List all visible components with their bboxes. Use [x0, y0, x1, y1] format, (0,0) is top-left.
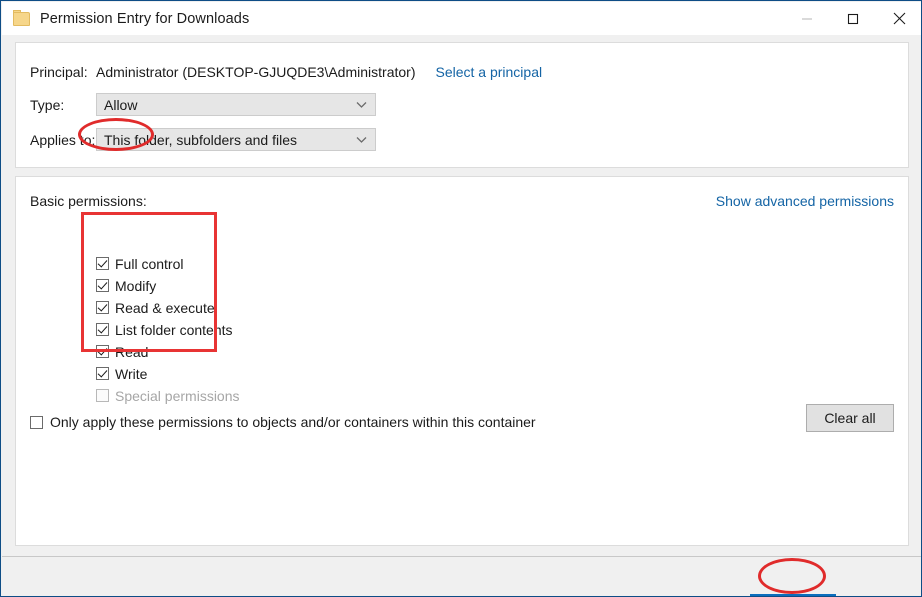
permission-label: Modify — [115, 277, 157, 294]
permission-row[interactable]: List folder contents — [96, 319, 240, 340]
permission-checkbox[interactable] — [96, 323, 109, 336]
only-apply-label: Only apply these permissions to objects … — [50, 414, 536, 430]
close-icon[interactable] — [876, 2, 921, 35]
applies-to-value: This folder, subfolders and files — [104, 131, 297, 148]
permission-checkbox — [96, 389, 109, 402]
only-apply-checkbox[interactable] — [30, 415, 43, 429]
chevron-down-icon — [356, 101, 367, 108]
principal-label: Principal: — [30, 64, 88, 80]
window-title: Permission Entry for Downloads — [40, 10, 250, 27]
only-apply-row[interactable]: Only apply these permissions to objects … — [30, 414, 536, 430]
window-controls — [784, 2, 921, 35]
permission-checkbox[interactable] — [96, 301, 109, 314]
permission-row[interactable]: Modify — [96, 275, 240, 296]
type-dropdown[interactable]: Allow — [96, 93, 376, 116]
permission-checkbox[interactable] — [96, 345, 109, 358]
permission-label: Read & execute — [115, 299, 215, 316]
permission-row[interactable]: Read & execute — [96, 297, 240, 318]
permission-row[interactable]: Write — [96, 363, 240, 384]
chevron-down-icon — [356, 136, 367, 143]
basic-permissions-heading: Basic permissions: — [30, 193, 147, 209]
dialog-body: Principal: Administrator (DESKTOP-GJUQDE… — [2, 35, 921, 596]
permission-checkbox[interactable] — [96, 279, 109, 292]
type-value: Allow — [104, 96, 138, 113]
applies-to-row: Applies to: This folder, subfolders and … — [30, 128, 376, 151]
permission-label: Full control — [115, 255, 184, 272]
permission-checkbox[interactable] — [96, 367, 109, 380]
permissions-list: Full control Modify Read & execute List fol… — [96, 253, 240, 407]
principal-row: Principal: Administrator (DESKTOP-GJUQDE… — [30, 64, 542, 80]
applies-to-label: Applies to: — [30, 131, 96, 148]
folder-icon — [13, 9, 31, 28]
principal-value: Administrator (DESKTOP-GJUQDE3\Administr… — [96, 64, 416, 80]
footer-divider — [2, 556, 921, 557]
applies-to-dropdown[interactable]: This folder, subfolders and files — [96, 128, 376, 151]
permission-entry-dialog: Permission Entry for Downloads Principal… — [0, 0, 922, 597]
principal-panel: Principal: Administrator (DESKTOP-GJUQDE… — [15, 42, 909, 168]
clear-all-button[interactable]: Clear all — [806, 404, 894, 432]
select-principal-link[interactable]: Select a principal — [435, 64, 542, 80]
permission-checkbox[interactable] — [96, 257, 109, 270]
type-label: Type: — [30, 96, 65, 113]
permission-label: Special permissions — [115, 387, 240, 404]
permissions-panel: Basic permissions: Show advanced permiss… — [15, 176, 909, 546]
show-advanced-permissions-link[interactable]: Show advanced permissions — [716, 193, 894, 209]
permission-row[interactable]: Read — [96, 341, 240, 362]
maximize-icon[interactable] — [830, 2, 876, 35]
permission-label: Read — [115, 343, 149, 360]
permission-label: Write — [115, 365, 148, 382]
title-bar: Permission Entry for Downloads — [2, 2, 921, 35]
permission-row[interactable]: Full control — [96, 253, 240, 274]
permission-label: List folder contents — [115, 321, 233, 338]
minimize-icon[interactable] — [784, 2, 830, 35]
type-row: Type: Allow — [30, 93, 376, 116]
permission-row: Special permissions — [96, 385, 240, 406]
